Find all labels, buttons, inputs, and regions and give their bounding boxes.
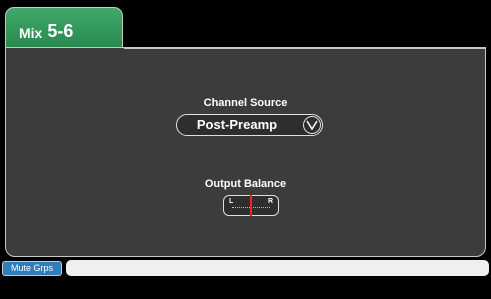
mix-tab[interactable]: Mix 5-6: [5, 7, 123, 47]
footer-strip: [66, 260, 489, 276]
channel-source-value: Post-Preamp: [196, 117, 278, 132]
mix-number: 5-6: [47, 21, 74, 41]
panel-border: [124, 48, 485, 49]
balance-marker[interactable]: [250, 195, 252, 216]
channel-source-label: Channel Source: [203, 97, 288, 109]
mute-groups-tab[interactable]: Mute Grps: [2, 261, 62, 276]
chevron-down-icon[interactable]: [303, 116, 321, 134]
output-balance-label: Output Balance: [204, 178, 287, 190]
mix-panel: Channel Source Post-Preamp Output Balanc…: [5, 47, 486, 257]
mix-label: Mix: [19, 25, 43, 41]
output-balance-control[interactable]: L R: [223, 195, 279, 216]
channel-source-select[interactable]: Post-Preamp: [176, 114, 323, 136]
balance-right-label: R: [267, 198, 273, 205]
balance-left-label: L: [229, 198, 234, 205]
